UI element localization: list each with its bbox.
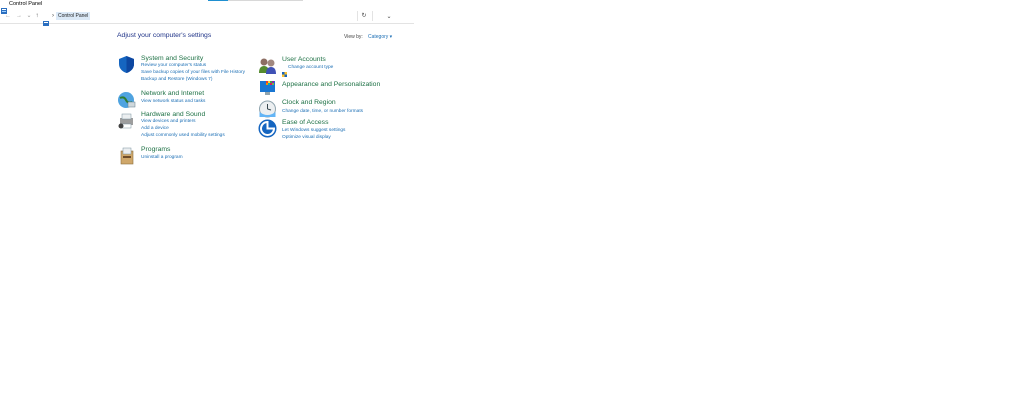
link-optimize-visual-display[interactable]: Optimize visual display	[282, 135, 331, 140]
category-title[interactable]: Hardware and Sound	[141, 111, 205, 118]
link-date-time-formats[interactable]: Change date, time, or number formats	[282, 109, 363, 114]
view-by-label: View by:	[344, 34, 363, 40]
navigation-bar: ← → ⌄ ↑ › Control Panel ⌄	[0, 10, 414, 26]
breadcrumb-control-panel[interactable]: Control Panel	[56, 12, 91, 20]
link-review-status[interactable]: Review your computer's status	[141, 63, 206, 68]
search-input[interactable]	[372, 11, 415, 21]
tab-bar	[228, 0, 303, 1]
link-mobility-settings[interactable]: Adjust commonly used mobility settings	[141, 133, 225, 138]
view-by-dropdown[interactable]: Category ▾	[368, 34, 392, 40]
globe-icon	[117, 90, 136, 109]
category-title[interactable]: System and Security	[141, 55, 203, 62]
appearance-icon	[258, 78, 277, 97]
category-title[interactable]: Clock and Region	[282, 99, 336, 106]
category-title[interactable]: User Accounts	[282, 56, 326, 63]
category-title[interactable]: Network and Internet	[141, 90, 204, 97]
link-file-history[interactable]: Save backup copies of your files with Fi…	[141, 70, 245, 75]
tab-accent	[208, 0, 228, 1]
shield-icon	[117, 55, 136, 74]
window-title: Control Panel	[9, 1, 43, 7]
control-panel-icon	[43, 13, 49, 26]
category-title[interactable]: Ease of Access	[282, 119, 328, 126]
printer-icon	[117, 111, 136, 130]
link-change-account-type[interactable]: Change account type	[288, 65, 333, 70]
category-title[interactable]: Appearance and Personalization	[282, 81, 380, 88]
link-windows-suggest-settings[interactable]: Let Windows suggest settings	[282, 128, 345, 133]
breadcrumb-separator: ›	[52, 13, 54, 19]
control-panel-icon	[1, 1, 7, 14]
link-uninstall-program[interactable]: Uninstall a program	[141, 155, 183, 160]
users-icon	[258, 56, 277, 75]
up-button[interactable]: ↑	[33, 12, 41, 21]
recent-locations-button[interactable]: ⌄	[25, 12, 33, 21]
page-title: Adjust your computer's settings	[117, 32, 212, 39]
link-backup-restore[interactable]: Backup and Restore (Windows 7)	[141, 77, 212, 82]
link-network-status[interactable]: View network status and tasks	[141, 99, 205, 104]
link-add-device[interactable]: Add a device	[141, 126, 169, 131]
uac-shield-icon	[282, 64, 287, 77]
clock-icon	[258, 99, 277, 118]
link-devices-printers[interactable]: View devices and printers	[141, 119, 196, 124]
title-bar: Control Panel	[0, 0, 1024, 14]
forward-button[interactable]: →	[15, 12, 23, 21]
category-title[interactable]: Programs	[141, 146, 170, 153]
address-bar[interactable]: › Control Panel ⌄	[41, 11, 392, 26]
back-button[interactable]: ←	[4, 12, 12, 21]
refresh-button[interactable]: ↻	[357, 11, 370, 21]
ease-of-access-icon	[258, 119, 277, 138]
programs-icon	[117, 146, 136, 165]
